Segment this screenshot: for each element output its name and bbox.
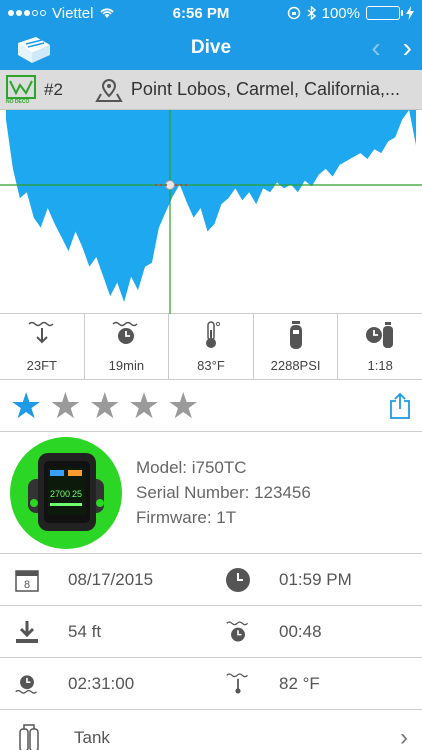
- tank-row[interactable]: Tank ›: [0, 710, 422, 750]
- bottom-time-icon: [225, 619, 251, 645]
- nav-bar: Dive ‹ ›: [0, 26, 422, 70]
- dive-duration: 00:48: [279, 621, 322, 641]
- surface-interval-icon: [14, 671, 40, 697]
- download-depth-icon: [14, 619, 40, 645]
- stat-max-depth: 23FT: [0, 314, 85, 379]
- star-2[interactable]: ★: [49, 387, 81, 424]
- tank-label: Tank: [74, 728, 110, 747]
- tank-pressure-icon: [289, 321, 302, 349]
- dive-profile-chart[interactable]: [0, 110, 422, 314]
- clock-icon: [225, 567, 251, 593]
- wifi-icon: [100, 8, 115, 18]
- share-icon[interactable]: [388, 392, 412, 420]
- calendar-icon: 8: [14, 567, 40, 593]
- star-5[interactable]: ★: [167, 387, 199, 424]
- stat-value: 1:18: [367, 358, 393, 373]
- no-deco-icon: NO DECO: [6, 74, 36, 105]
- star-4[interactable]: ★: [128, 387, 160, 424]
- carrier: Viettel: [52, 4, 94, 22]
- rotation-lock-icon: [287, 6, 300, 20]
- device-serial: Serial Number: 123456: [136, 483, 311, 502]
- dive-computer-image: 2700 25: [10, 436, 122, 549]
- next-dive-button[interactable]: ›: [403, 32, 412, 64]
- dive-computer-details: Model: i750TC Serial Number: 123456 Firm…: [136, 455, 311, 530]
- stat-dive-time: 19min: [85, 314, 170, 379]
- status-bar: Viettel 6:56 PM 100%: [0, 0, 422, 26]
- device-screen-depth: 2700: [50, 489, 70, 499]
- charging-icon: [406, 6, 414, 20]
- logbook-icon[interactable]: [14, 33, 54, 63]
- dive-computer-info: 2700 25 Model: i750TC Serial Number: 123…: [0, 432, 422, 554]
- page-title: Dive: [190, 37, 232, 58]
- surface-interval-value: 02:31:00: [68, 673, 135, 693]
- clock: 6:56 PM: [172, 4, 230, 22]
- previous-dive-button[interactable]: ‹: [371, 32, 380, 64]
- surface-temp-row: 02:31:00 82 °F: [0, 658, 422, 710]
- water-temp-value: 82 °F: [279, 673, 320, 693]
- thermometer-icon: [205, 321, 221, 348]
- device-firmware: Firmware: 1T: [136, 508, 237, 527]
- stat-value: 19min: [108, 358, 145, 373]
- stat-air-time: 1:18: [338, 314, 422, 379]
- max-depth-icon: [28, 321, 54, 344]
- calendar-day: 8: [24, 579, 30, 591]
- stat-value: 83°F: [197, 358, 225, 373]
- air-time-icon: [366, 322, 394, 348]
- no-deco-label: NO DECO: [6, 98, 30, 105]
- stat-value: 2288PSI: [270, 358, 321, 373]
- star-rating[interactable]: ★ ★ ★ ★ ★: [10, 387, 199, 424]
- dive-time-icon: [112, 321, 138, 344]
- location-pin-icon: [95, 78, 123, 102]
- rating-row: ★ ★ ★ ★ ★: [0, 380, 422, 432]
- device-model: Model: i750TC: [136, 458, 247, 477]
- dive-location[interactable]: Point Lobos, Carmel, California,...: [131, 79, 416, 100]
- chevron-right-icon: ›: [400, 724, 408, 750]
- water-temp-icon: [225, 671, 251, 697]
- date-time-row: 8 08/17/2015 01:59 PM: [0, 554, 422, 606]
- dive-start-time: 01:59 PM: [279, 569, 352, 589]
- max-depth-value: 54 ft: [68, 621, 102, 641]
- stat-temperature: 83°F: [169, 314, 254, 379]
- signal-icon: [8, 10, 46, 16]
- bluetooth-icon: [307, 6, 316, 20]
- tank-icon: [19, 724, 39, 750]
- device-screen-time: 25: [72, 489, 82, 499]
- depth-duration-row: 54 ft 00:48: [0, 606, 422, 658]
- dive-date: 08/17/2015: [68, 569, 154, 589]
- star-1[interactable]: ★: [10, 387, 42, 424]
- dive-number: #2: [44, 79, 63, 99]
- star-3[interactable]: ★: [89, 387, 121, 424]
- stat-value: 23FT: [26, 358, 57, 373]
- header: Viettel 6:56 PM 100% Dive ‹ ›: [0, 0, 422, 70]
- battery-percent: 100%: [321, 4, 360, 22]
- stat-tank-pressure: 2288PSI: [254, 314, 339, 379]
- battery-icon: [366, 6, 403, 20]
- summary-stats: 23FT 19min 83°F 2288PSI 1:18: [0, 314, 422, 380]
- depth-area: [6, 110, 416, 303]
- dive-info-bar: NO DECO #2 Point Lobos, Carmel, Californ…: [0, 70, 422, 110]
